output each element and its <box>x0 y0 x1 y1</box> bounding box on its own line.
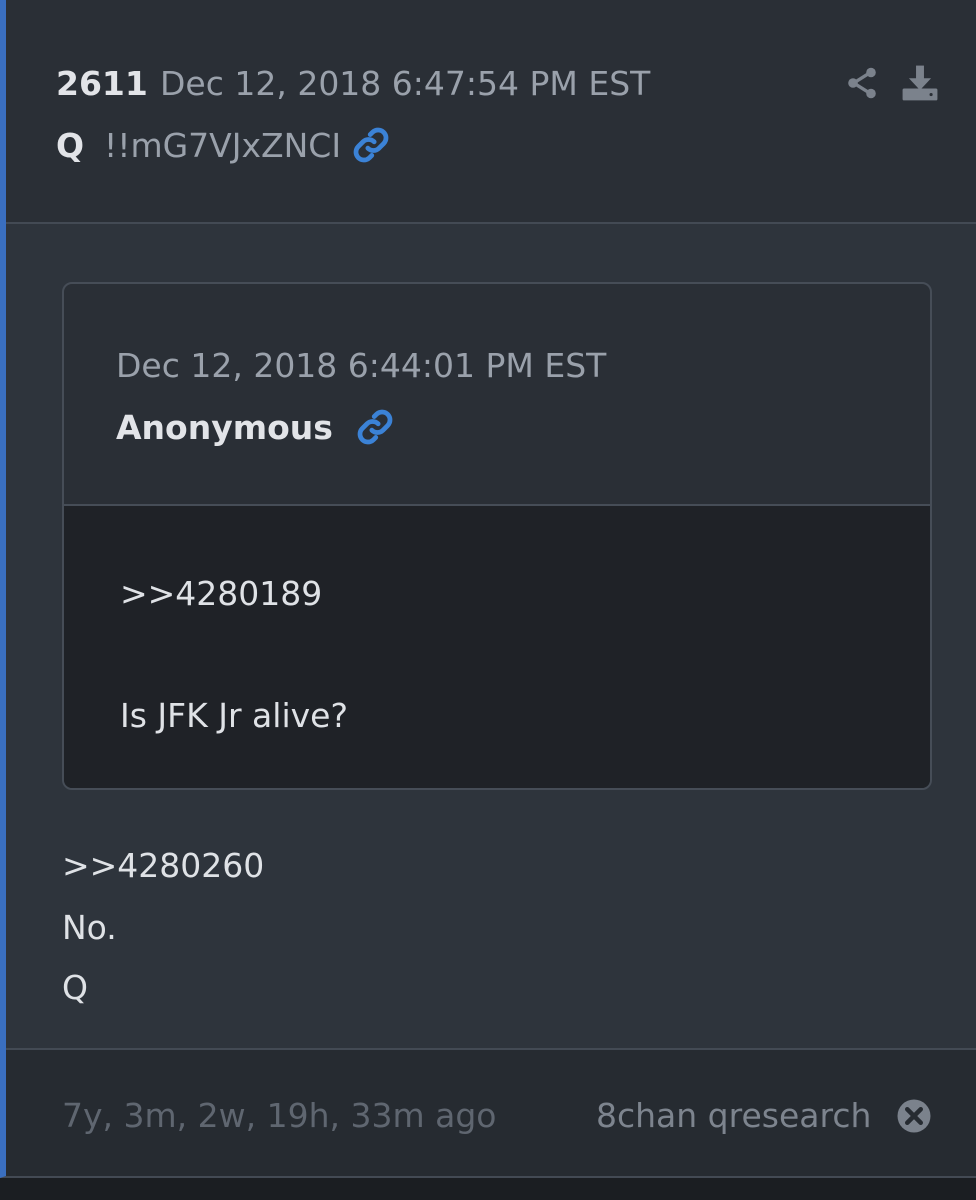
post-card: 2611 Dec 12, 2018 6:47:54 PM EST Q !!mG7… <box>0 0 976 1178</box>
source-board: 8chan qresearch <box>596 1096 872 1135</box>
close-circle-icon[interactable] <box>896 1098 932 1134</box>
quoted-post: Dec 12, 2018 6:44:01 PM EST Anonymous >>… <box>62 282 932 790</box>
post-text-line: No. <box>62 908 117 947</box>
post-header: 2611 Dec 12, 2018 6:47:54 PM EST Q !!mG7… <box>6 0 976 224</box>
post-footer: 7y, 3m, 2w, 19h, 33m ago 8chan qresearch <box>6 1048 976 1176</box>
post-reference[interactable]: >>4280260 <box>62 844 264 888</box>
post-tripcode: !!mG7VJxZNCI <box>104 126 342 165</box>
link-icon[interactable] <box>352 126 390 164</box>
link-icon[interactable] <box>356 408 394 446</box>
quoted-timestamp: Dec 12, 2018 6:44:01 PM EST <box>116 346 607 385</box>
quoted-post-header: Dec 12, 2018 6:44:01 PM EST Anonymous <box>64 284 930 506</box>
post-signature: Q <box>62 968 88 1007</box>
download-icon[interactable] <box>900 64 940 102</box>
quoted-author: Anonymous <box>116 408 333 447</box>
post-number[interactable]: 2611 <box>56 62 148 106</box>
share-icon[interactable] <box>844 64 880 102</box>
post-timestamp: Dec 12, 2018 6:47:54 PM EST <box>160 64 651 103</box>
quoted-text: Is JFK Jr alive? <box>120 696 348 735</box>
post-author: Q <box>56 126 85 165</box>
elapsed-time: 7y, 3m, 2w, 19h, 33m ago <box>62 1096 497 1135</box>
quoted-post-body: >>4280189 Is JFK Jr alive? <box>64 506 930 788</box>
quoted-reference[interactable]: >>4280189 <box>120 572 322 616</box>
